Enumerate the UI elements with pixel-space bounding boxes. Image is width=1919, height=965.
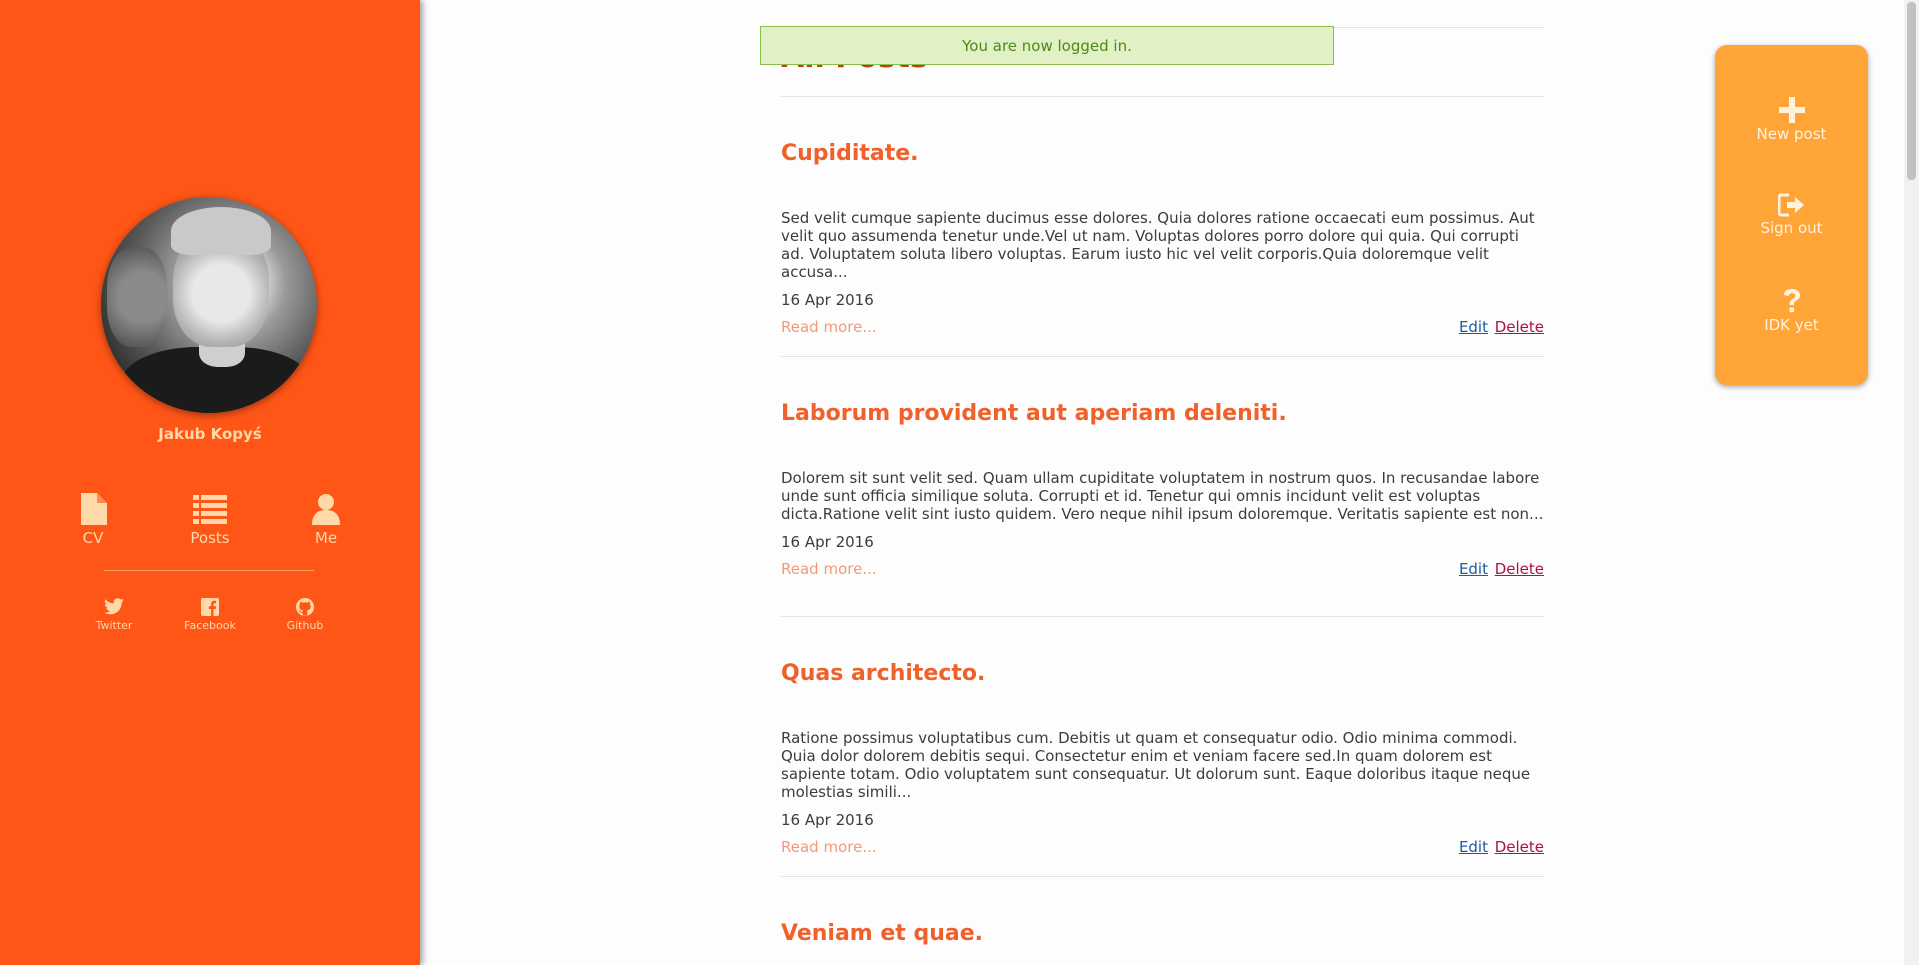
github-icon xyxy=(296,598,314,616)
edit-link[interactable]: Edit xyxy=(1459,318,1488,336)
social-label: Github xyxy=(286,619,324,632)
post-title[interactable]: Quas architecto. xyxy=(781,659,1544,689)
sign-out-icon xyxy=(1777,193,1804,217)
edit-link[interactable]: Edit xyxy=(1459,838,1488,856)
action-label: IDK yet xyxy=(1764,316,1819,334)
social-facebook[interactable]: Facebook xyxy=(170,598,250,632)
new-post-button[interactable]: New post xyxy=(1715,97,1868,143)
post-excerpt: Sed velit cumque sapiente ducimus esse d… xyxy=(781,209,1535,281)
post-excerpt: Ratione possimus voluptatibus cum. Debit… xyxy=(781,729,1531,801)
post-title[interactable]: Laborum provident aut aperiam deleniti. xyxy=(781,399,1544,429)
facebook-icon xyxy=(201,598,219,616)
page-scrollbar[interactable] xyxy=(1904,0,1919,965)
read-more-link[interactable]: Read more... xyxy=(781,560,877,578)
main-content: All Posts Cupiditate. Sed velit cumque s… xyxy=(781,0,1544,957)
nav-item-cv[interactable]: CV xyxy=(48,493,138,547)
action-panel: New post Sign out IDK yet xyxy=(1715,45,1868,385)
post-item: Quas architecto. Ratione possimus volupt… xyxy=(781,617,1544,877)
post-title[interactable]: Veniam et quae. xyxy=(781,919,1544,949)
action-label: Sign out xyxy=(1760,219,1823,237)
delete-link[interactable]: Delete xyxy=(1495,838,1544,856)
author-name: Jakub Kopyś xyxy=(158,425,262,443)
delete-link[interactable]: Delete xyxy=(1495,318,1544,336)
nav-item-label: Posts xyxy=(190,529,230,547)
post-actions: Read more... Edit Delete xyxy=(781,318,1544,338)
post-date: 16 Apr 2016 xyxy=(781,291,874,309)
post-actions: Read more... Edit Delete xyxy=(781,838,1544,858)
social-label: Twitter xyxy=(95,619,133,632)
idk-yet-button[interactable]: IDK yet xyxy=(1715,288,1868,334)
user-icon xyxy=(312,494,340,525)
read-more-link[interactable]: Read more... xyxy=(781,838,877,856)
post-excerpt: Dolorem sit sunt velit sed. Quam ullam c… xyxy=(781,469,1544,523)
nav-item-label: Me xyxy=(314,529,338,547)
post-item: Laborum provident aut aperiam deleniti. … xyxy=(781,357,1544,617)
flash-message: You are now logged in. xyxy=(760,26,1334,65)
read-more-link[interactable]: Read more... xyxy=(781,318,877,336)
post-actions: Read more... Edit Delete xyxy=(781,560,1544,580)
post-date: 16 Apr 2016 xyxy=(781,533,874,551)
avatar xyxy=(101,197,317,413)
question-icon xyxy=(1783,289,1800,313)
nav-item-label: CV xyxy=(82,529,104,547)
social-github[interactable]: Github xyxy=(265,598,345,632)
post-title[interactable]: Cupiditate. xyxy=(781,139,1544,169)
file-icon xyxy=(81,493,107,525)
nav-item-posts[interactable]: Posts xyxy=(165,493,255,547)
list-icon xyxy=(193,495,227,524)
delete-link[interactable]: Delete xyxy=(1495,560,1544,578)
social-label: Facebook xyxy=(184,619,236,632)
post-date: 16 Apr 2016 xyxy=(781,811,874,829)
sign-out-button[interactable]: Sign out xyxy=(1715,193,1868,237)
post-item: Cupiditate. Sed velit cumque sapiente du… xyxy=(781,97,1544,357)
action-label: New post xyxy=(1756,125,1827,143)
sidebar-divider xyxy=(104,570,314,571)
nav-item-me[interactable]: Me xyxy=(281,493,371,547)
social-twitter[interactable]: Twitter xyxy=(74,598,154,632)
plus-icon xyxy=(1778,97,1805,123)
edit-link[interactable]: Edit xyxy=(1459,560,1488,578)
scrollbar-thumb[interactable] xyxy=(1907,2,1916,180)
sidebar: Jakub Kopyś CV Posts Me Twitter Facebook… xyxy=(0,0,420,965)
post-item: Veniam et quae. xyxy=(781,877,1544,957)
twitter-icon xyxy=(104,598,124,615)
